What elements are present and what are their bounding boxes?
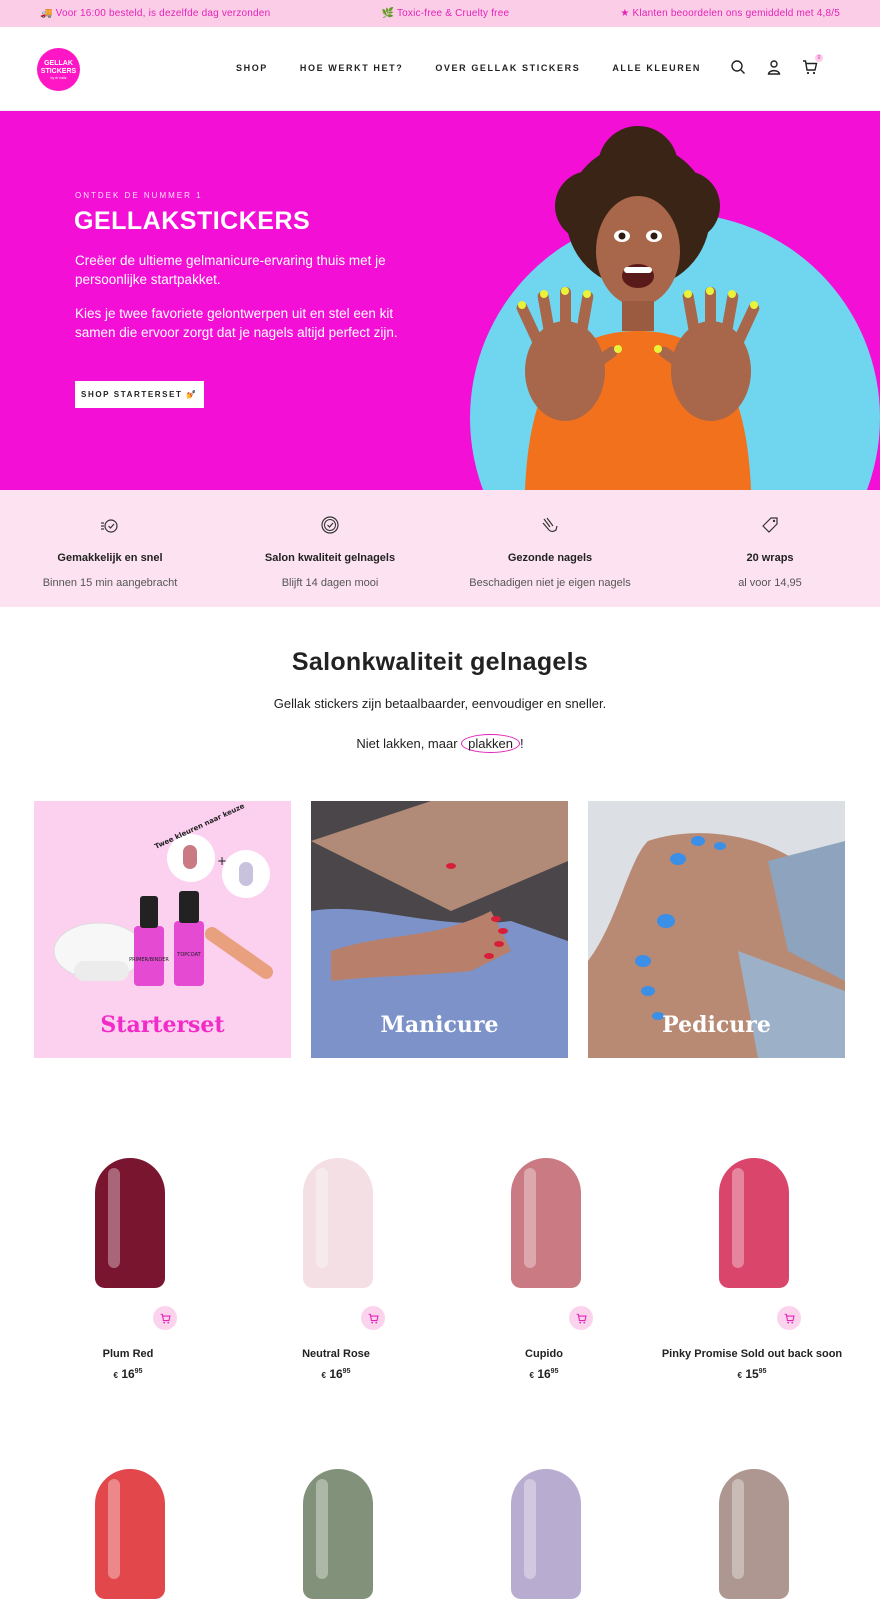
- product-name[interactable]: Cupido: [424, 1348, 664, 1360]
- feature-easy-fast: Gemakkelijk en snel Binnen 15 min aangeb…: [0, 490, 220, 607]
- quality-badge-icon: [321, 516, 339, 534]
- announcement-bar: 🚚 Voor 16:00 besteld, is dezelfde dag ve…: [0, 0, 880, 27]
- product-image[interactable]: [511, 1158, 581, 1288]
- feature-healthy-nails: Gezonde nagels Beschadigen niet je eigen…: [440, 490, 660, 607]
- feature-title: Gemakkelijk en snel: [57, 552, 163, 564]
- product-price: € 1695: [236, 1367, 436, 1381]
- add-to-cart-button[interactable]: [777, 1306, 801, 1330]
- cart-icon: [576, 1313, 587, 1323]
- price-tag-icon: [762, 517, 778, 533]
- logo-line1: GELLAK: [44, 59, 73, 67]
- product-price: € 1695: [28, 1367, 228, 1381]
- product-name[interactable]: Neutral Rose: [216, 1348, 456, 1360]
- product-price: € 1695: [444, 1367, 644, 1381]
- hero-paragraph-2: Kies je twee favoriete gelontwerpen uit …: [75, 306, 398, 340]
- main-nav: SHOP HOE WERKT HET? OVER GELLAK STICKERS…: [236, 63, 701, 74]
- nav-shop[interactable]: SHOP: [236, 63, 268, 74]
- cart-icon: [368, 1313, 379, 1323]
- site-header: GELLAK STICKERS by dr nailz SHOP HOE WER…: [0, 27, 880, 111]
- cart-icon: [784, 1313, 795, 1323]
- nav-how-it-works[interactable]: HOE WERKT HET?: [300, 63, 403, 74]
- product-image[interactable]: [511, 1469, 581, 1599]
- logo-tag: by dr nailz: [50, 75, 67, 80]
- hero-title: GELLAKSTICKERS: [74, 207, 311, 235]
- search-icon[interactable]: [730, 59, 746, 75]
- feature-title: Gezonde nagels: [507, 552, 593, 564]
- cart-icon: [160, 1313, 171, 1323]
- product-image[interactable]: [719, 1158, 789, 1288]
- feature-salon-quality: Salon kwaliteit gelnagels Blijft 14 dage…: [220, 490, 440, 607]
- price-main: 16: [121, 1367, 135, 1381]
- product-image[interactable]: [95, 1158, 165, 1288]
- price-currency: €: [737, 1371, 742, 1380]
- cart-count-badge: 0: [815, 54, 823, 62]
- category-tile-manicure[interactable]: Manicure: [311, 801, 568, 1058]
- timer-icon: [101, 519, 118, 533]
- features-bar: Gemakkelijk en snel Binnen 15 min aangeb…: [0, 490, 880, 607]
- hero-kicker: ONTDEK DE NUMMER 1: [75, 191, 203, 200]
- tagline-post: !: [519, 736, 524, 751]
- nav-about[interactable]: OVER GELLAK STICKERS: [435, 63, 580, 74]
- price-cents: 95: [758, 1368, 767, 1375]
- hero-banner: ONTDEK DE NUMMER 1 GELLAKSTICKERS Creëer…: [0, 111, 880, 490]
- category-label: Pedicure: [662, 1012, 771, 1038]
- feature-subtitle: Binnen 15 min aangebracht: [42, 577, 178, 589]
- price-currency: €: [529, 1371, 534, 1380]
- cart-icon[interactable]: 0: [802, 54, 823, 75]
- price-cents: 95: [550, 1368, 559, 1375]
- add-to-cart-button[interactable]: [153, 1306, 177, 1330]
- logo[interactable]: GELLAK STICKERS by dr nailz: [37, 48, 80, 91]
- header-icons: 0: [730, 54, 823, 75]
- product-name[interactable]: Pinky Promise Sold out back soon: [632, 1348, 872, 1360]
- section-tagline: Niet lakken, maar plakken!: [0, 734, 880, 753]
- product-price: € 1595: [652, 1367, 852, 1381]
- product-name[interactable]: Plum Red: [8, 1348, 248, 1360]
- product-image[interactable]: [95, 1469, 165, 1599]
- category-tile-pedicure[interactable]: Pedicure: [588, 801, 845, 1058]
- price-cents: 95: [342, 1368, 351, 1375]
- shop-starterset-button[interactable]: SHOP STARTERSET 💅: [75, 381, 204, 408]
- price-currency: €: [321, 1371, 326, 1380]
- hand-nail-icon: [542, 517, 558, 533]
- starterset-bottle-topcoat: TOPCOAT: [176, 952, 201, 958]
- hero-model-image: [516, 126, 760, 490]
- section-subtitle: Gellak stickers zijn betaalbaarder, eenv…: [273, 696, 607, 711]
- feature-title: Salon kwaliteit gelnagels: [264, 552, 396, 564]
- nav-all-colors[interactable]: ALLE KLEUREN: [612, 63, 701, 74]
- add-to-cart-button[interactable]: [569, 1306, 593, 1330]
- announcement-toxic-free: 🌿 Toxic-free & Cruelty free: [381, 8, 510, 19]
- feature-title: 20 wraps: [746, 552, 794, 564]
- price-main: 15: [745, 1367, 759, 1381]
- add-to-cart-button[interactable]: [361, 1306, 385, 1330]
- section-title: Salonkwaliteit gelnagels: [291, 648, 589, 676]
- announcement-shipping: 🚚 Voor 16:00 besteld, is dezelfde dag ve…: [40, 8, 271, 19]
- feature-subtitle: Blijft 14 dagen mooi: [281, 577, 379, 589]
- account-icon[interactable]: [766, 59, 782, 75]
- announcement-rating: ★ Klanten beoordelen ons gemiddeld met 4…: [620, 8, 840, 19]
- price-cents: 95: [134, 1368, 143, 1375]
- hero-paragraph-1: Creëer de ultieme gelmanicure-ervaring t…: [75, 253, 386, 287]
- feature-subtitle: Beschadigen niet je eigen nagels: [469, 577, 631, 589]
- price-currency: €: [113, 1371, 118, 1380]
- product-image[interactable]: [303, 1469, 373, 1599]
- tagline-pre: Niet lakken, maar: [356, 736, 462, 751]
- category-label: Starterset: [100, 1012, 225, 1038]
- starterset-bottle-primer: PRIMER/BINDER: [129, 957, 169, 963]
- category-tile-starterset[interactable]: + Twee kleuren naar keuze PRIMER/BINDER …: [34, 801, 291, 1058]
- price-main: 16: [329, 1367, 343, 1381]
- feature-wraps-price: 20 wraps al voor 14,95: [660, 490, 880, 607]
- feature-subtitle: al voor 14,95: [738, 577, 802, 589]
- product-image[interactable]: [719, 1469, 789, 1599]
- tagline-circled-word: plakken: [461, 734, 520, 753]
- category-label: Manicure: [380, 1012, 499, 1038]
- price-main: 16: [537, 1367, 551, 1381]
- logo-line2: STICKERS: [40, 67, 77, 75]
- product-image[interactable]: [303, 1158, 373, 1288]
